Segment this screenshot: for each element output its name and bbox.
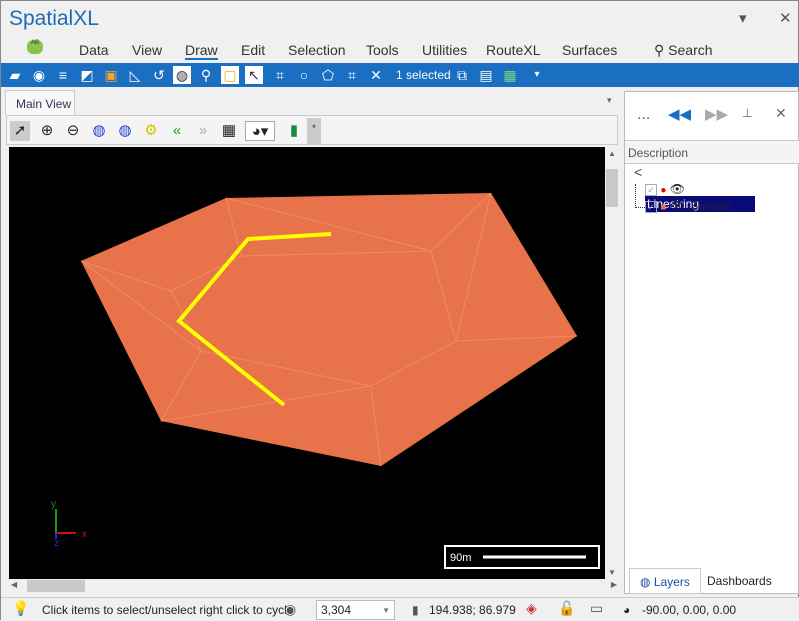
circle-select-icon[interactable]: ○	[295, 66, 313, 84]
bookmark-icon[interactable]: ▮	[284, 121, 304, 141]
layers-panel: ... ◀◀ ▶▶ ⊥ ✕ Description < ✓ ● 👁 Linest…	[624, 91, 799, 594]
horizontal-scrollbar[interactable]: ◀ ▶	[9, 579, 619, 593]
tab-label: Layers	[653, 575, 690, 589]
map-icon[interactable]: ◩	[78, 66, 96, 84]
layer-name: Surface	[690, 199, 732, 213]
tab-dropdown-icon[interactable]: ▾	[607, 95, 612, 106]
unlock-icon[interactable]: 🔓	[558, 600, 575, 617]
tab-dashboards[interactable]: Dashboards	[703, 568, 775, 594]
layer-row-surface[interactable]: ✓ ■ 👁 Surface	[645, 199, 734, 213]
tab-layers[interactable]: ◍ Layers	[629, 568, 701, 594]
render-style-dropdown[interactable]: ◕▾	[245, 121, 275, 141]
menu-selection[interactable]: Selection	[288, 42, 346, 58]
globe-icon: ◍	[640, 575, 651, 589]
panel-close-icon[interactable]: ✕	[775, 105, 787, 122]
more-button[interactable]: ...	[637, 106, 650, 124]
layer-checkbox[interactable]: ✓	[645, 201, 657, 213]
app-title: SpatialXL	[9, 7, 99, 30]
polygon-select-icon[interactable]: ⬠	[319, 66, 337, 84]
zoom-out-icon[interactable]: ⊖	[63, 121, 83, 141]
search-label: Search	[668, 42, 713, 58]
next-view-icon[interactable]: »	[193, 121, 213, 141]
mouse-icon: ▮	[412, 603, 419, 617]
menu-utilities[interactable]: Utilities	[422, 42, 467, 58]
menu-data[interactable]: Data	[79, 42, 109, 58]
menu-routexl[interactable]: RouteXL	[486, 42, 540, 58]
tab-main-view[interactable]: Main View	[5, 90, 75, 115]
menu-view[interactable]: View	[132, 42, 162, 58]
zoom-in-icon[interactable]: ⊕	[37, 121, 57, 141]
copy-selection-icon[interactable]: ⧉	[453, 66, 471, 84]
forward-icon[interactable]: ▶▶	[705, 105, 728, 123]
rotate-icon[interactable]: ↺	[150, 66, 168, 84]
folder-icon[interactable]: ▰	[6, 66, 24, 84]
search-icon: ⚲	[654, 42, 665, 58]
map-viewport[interactable]: y x z 90m	[9, 147, 605, 579]
visibility-eye-icon[interactable]: 👁	[670, 199, 685, 213]
previous-view-icon[interactable]: «	[167, 121, 187, 141]
table-icon[interactable]: ▤	[477, 66, 495, 84]
selected-count: 1 selected	[396, 68, 451, 82]
dropdown-icon[interactable]: ▾	[739, 9, 747, 27]
surface-style-icon: ■	[660, 202, 667, 213]
cursor-coordinates: 194.938; 86.979	[429, 603, 516, 617]
menu-tools[interactable]: Tools	[366, 42, 399, 58]
globe-extent-icon[interactable]: ◍	[115, 121, 135, 141]
viewport-svg: y x z 90m	[51, 192, 600, 569]
frame-icon[interactable]: ▣	[102, 66, 120, 84]
vertical-scrollbar[interactable]: ▲ ▼	[605, 147, 619, 579]
ribbon-toolbar: ▰ ◉ ≡ ◩ ▣ ◺ ↺ ◍ ⚲ ▢ ↖ ⌗ ○ ⬠ ⌗ ✕ 1 select…	[1, 63, 799, 87]
scale-label: 90m	[450, 552, 471, 564]
grid-icon[interactable]: ▦	[219, 121, 239, 141]
crop-select-icon[interactable]: ⌗	[271, 66, 289, 84]
back-button[interactable]: <	[634, 164, 642, 180]
settings-icon[interactable]: ⚙	[141, 121, 161, 141]
column-header: Description	[625, 140, 799, 164]
view-toolbar: ➚ ⊕ ⊖ ◍ ◍ ⚙ « » ▦ ◕▾ ▮ *	[6, 115, 618, 145]
square-icon[interactable]: ▢	[221, 66, 239, 84]
point-select-icon[interactable]: ↖	[245, 66, 263, 84]
points-icon: ◉	[284, 601, 297, 617]
snap-icon[interactable]: ◈	[526, 600, 537, 617]
layers-icon[interactable]: ≡	[54, 66, 72, 84]
globe-icon[interactable]: ◍	[173, 66, 191, 84]
pointer-icon[interactable]: ➚	[10, 121, 30, 141]
clear-selection-icon[interactable]: ✕	[367, 66, 385, 84]
camera-eye-icon: ◕	[623, 603, 631, 617]
search-button[interactable]: ⚲ Search	[654, 42, 713, 59]
status-bar: 💡 Click items to select/unselect right c…	[1, 597, 799, 621]
menu-surfaces[interactable]: Surfaces	[562, 42, 617, 58]
close-icon[interactable]: ✕	[779, 9, 792, 27]
rewind-icon[interactable]: ◀◀	[668, 105, 691, 123]
palette-icon[interactable]: ◉	[30, 66, 48, 84]
menu-draw[interactable]: Draw	[185, 42, 218, 60]
count-value: 3,304	[321, 603, 352, 617]
pin-icon[interactable]: ⚲	[197, 66, 215, 84]
menu-bar: AB Data View Draw Edit Selection Tools U…	[1, 37, 799, 63]
count-dropdown[interactable]: 3,304 ▼	[316, 600, 395, 620]
visibility-eye-icon[interactable]: 👁	[670, 182, 685, 196]
app-logo-icon[interactable]: AB	[27, 40, 43, 54]
overflow-icon[interactable]: ▾	[528, 66, 546, 84]
notes-icon[interactable]: ▭	[590, 600, 603, 617]
menu-edit[interactable]: Edit	[241, 42, 265, 58]
pin-icon[interactable]: ⊥	[742, 106, 752, 120]
globe-full-icon[interactable]: ◍	[89, 121, 109, 141]
deselect-icon[interactable]: ⌗	[343, 66, 361, 84]
point-style-icon: ●	[660, 185, 667, 196]
axis-x-label: x	[82, 529, 87, 540]
axis-y-label: y	[51, 499, 56, 510]
axis-triad	[55, 509, 76, 539]
camera-rotation: -90.00, 0.00, 0.00	[642, 603, 737, 617]
add-tool-icon[interactable]: *	[307, 118, 321, 144]
layer-checkbox[interactable]: ✓	[645, 184, 657, 196]
status-hint: Click items to select/unselect right cli…	[42, 603, 294, 617]
lightbulb-icon: 💡	[12, 600, 30, 616]
excel-icon[interactable]: ▦	[501, 66, 519, 84]
axis-z-label: z	[54, 538, 59, 549]
angle-icon[interactable]: ◺	[126, 66, 144, 84]
